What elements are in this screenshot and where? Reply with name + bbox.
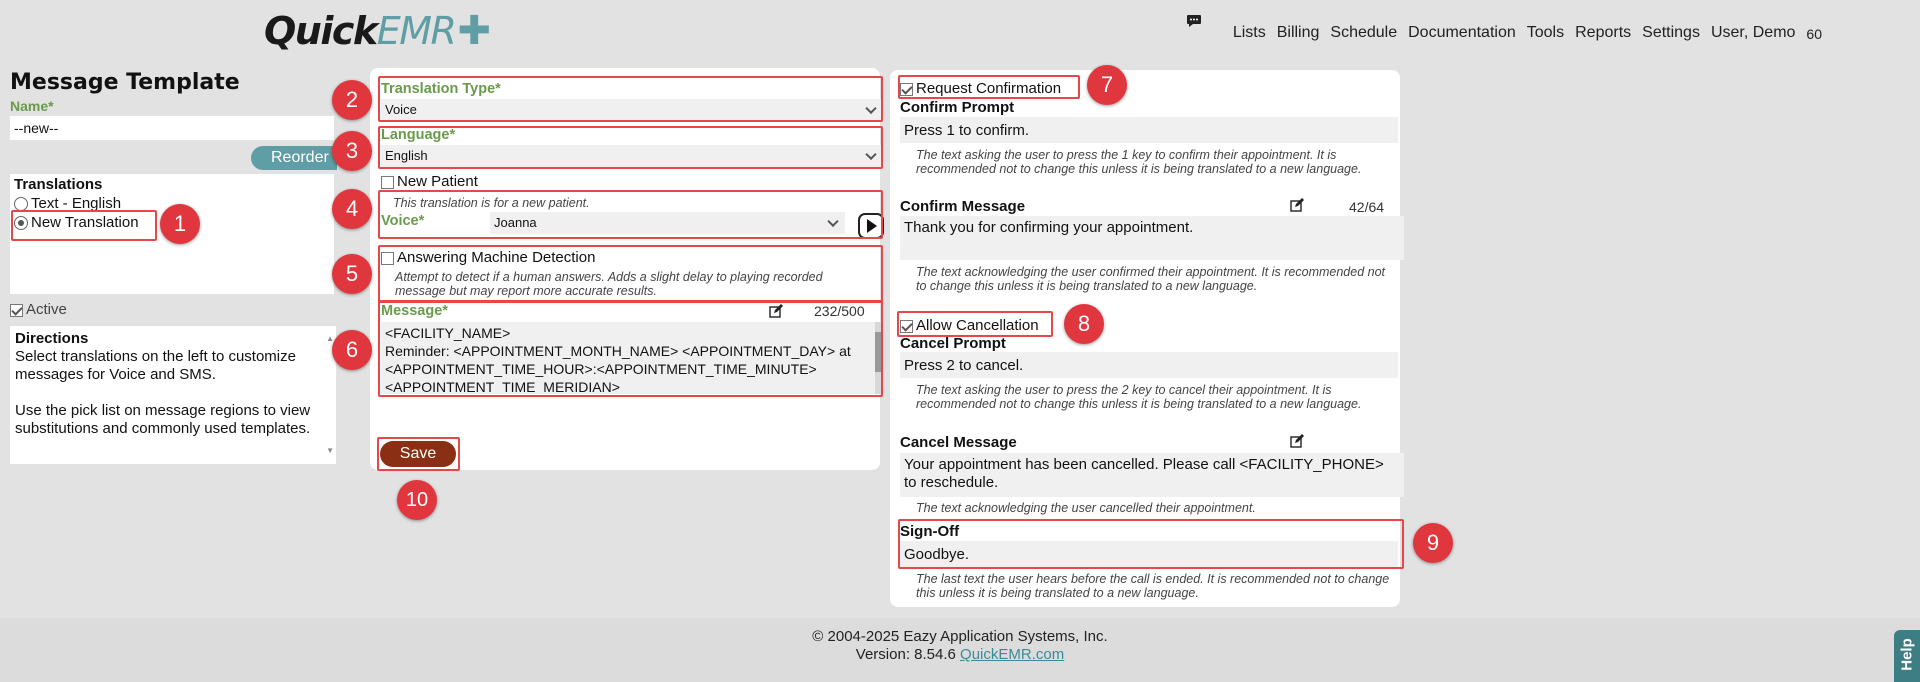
active-checkbox[interactable]: Active [10,301,67,318]
nav-reports[interactable]: Reports [1575,24,1631,42]
nav-lists[interactable]: Lists [1233,24,1266,42]
cancel-message-textarea[interactable]: Your appointment has been cancelled. Ple… [900,453,1404,497]
name-input[interactable] [10,116,334,140]
chat-icon[interactable] [1186,14,1202,28]
annotation-badge-6: 6 [332,330,372,370]
nav-documentation[interactable]: Documentation [1408,24,1516,42]
annotation-box-7 [898,75,1080,99]
directions-text-2: Use the pick list on message regions to … [15,402,311,437]
annotation-box-10 [377,437,460,471]
edit-icon[interactable] [1290,198,1304,212]
nav-billing[interactable]: Billing [1277,24,1320,42]
annotation-box-2 [378,76,883,122]
cancel-message-label: Cancel Message [900,434,1017,451]
name-label: Name* [10,98,54,114]
confirm-message-count: 42/64 [1349,199,1385,215]
edit-icon[interactable] [1290,434,1304,448]
signoff-hint: The last text the user hears before the … [916,572,1390,600]
copyright: © 2004-2025 Eazy Application Systems, In… [812,628,1108,645]
annotation-badge-5: 5 [332,254,372,294]
cancel-message-hint: The text acknowledging the user cancelle… [916,501,1256,515]
quickemr-link[interactable]: QuickEMR.com [960,646,1064,663]
annotation-box-9 [898,519,1404,569]
directions-text-1: Select translations on the left to custo… [15,348,296,383]
page-title: Message Template [10,70,240,95]
confirm-message-hint: The text acknowledging the user confirme… [916,265,1386,293]
nav-settings[interactable]: Settings [1642,24,1700,42]
annotation-box-1 [11,210,157,241]
nav-schedule[interactable]: Schedule [1330,24,1397,42]
annotation-box-3 [378,126,883,169]
directions-title: Directions [15,330,89,347]
annotation-box-5 [378,245,883,303]
new-patient-checkbox[interactable]: New Patient [381,173,478,190]
annotation-badge-10: 10 [397,480,437,520]
version-line: Version: 8.54.6 QuickEMR.com [855,646,1065,663]
confirm-prompt-hint: The text asking the user to press the 1 … [916,148,1362,176]
radio-icon [14,197,28,212]
cancel-prompt-input[interactable] [900,352,1398,378]
translations-label: Translations [14,176,103,193]
annotation-badge-9: 9 [1413,523,1453,563]
nav-tools[interactable]: Tools [1527,24,1564,42]
confirm-message-label: Confirm Message [900,198,1026,215]
annotation-box-4 [378,190,883,239]
scroll-down-icon[interactable]: ▼ [326,442,334,460]
annotation-box-6 [378,300,883,397]
directions-panel: Directions Select translations on the le… [10,326,336,464]
annotation-badge-8: 8 [1064,304,1104,344]
annotation-badge-2: 2 [332,80,372,120]
footer: © 2004-2025 Eazy Application Systems, In… [0,628,1920,664]
session-timer: 60 [1806,26,1822,42]
annotation-badge-7: 7 [1087,65,1127,105]
confirm-message-textarea[interactable]: Thank you for confirming your appointmen… [900,216,1404,260]
checkbox-icon [381,175,394,189]
quickemr-logo[interactable]: QuickEMR✚ [264,8,491,54]
reorder-button[interactable]: Reorder [251,146,337,170]
cancel-prompt-hint: The text asking the user to press the 2 … [916,383,1362,411]
annotation-badge-3: 3 [332,131,372,171]
annotation-badge-1: 1 [160,204,200,244]
annotation-box-8 [897,311,1053,337]
help-tab[interactable]: Help [1894,630,1920,682]
main-nav: Lists Billing Schedule Documentation Too… [1222,24,1822,42]
annotation-badge-4: 4 [332,189,372,229]
confirm-prompt-input[interactable] [900,117,1398,143]
confirm-prompt-label: Confirm Prompt [900,99,1015,116]
nav-user[interactable]: User, Demo [1711,24,1795,42]
cancel-prompt-label: Cancel Prompt [900,335,1006,352]
checkbox-icon [10,303,23,317]
